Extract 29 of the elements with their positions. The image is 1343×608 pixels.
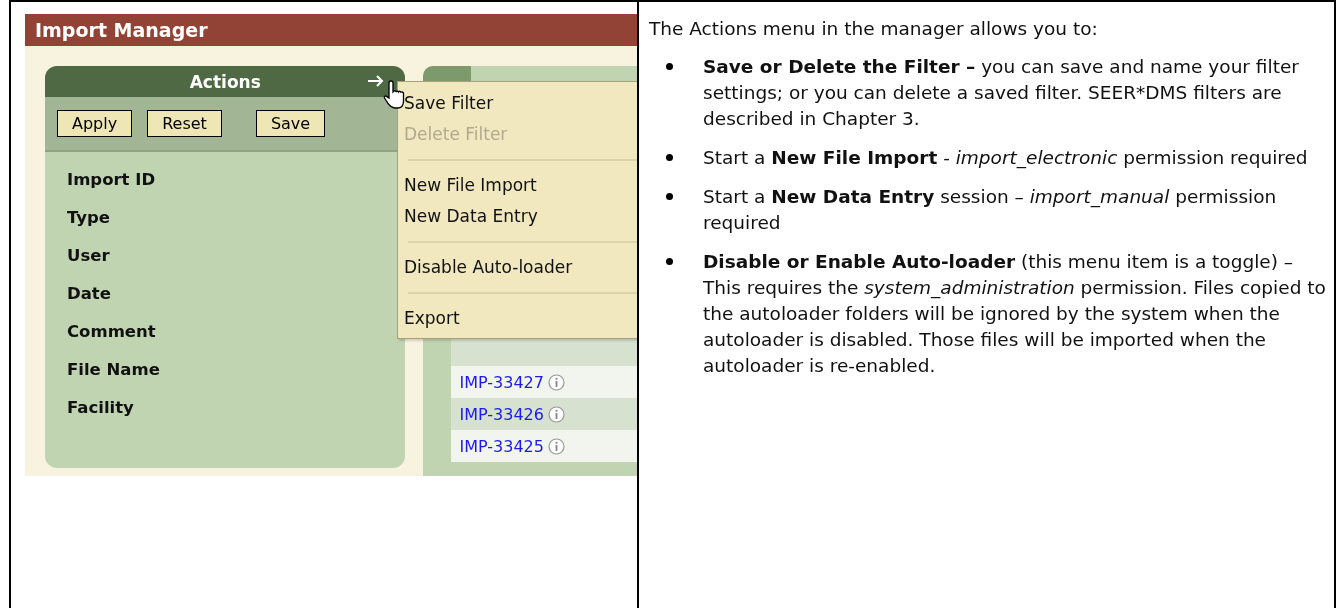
field-label: Facility [67,398,135,417]
menu-item[interactable]: New File Import [404,170,637,201]
bullet-text: Disable or Enable Auto-loader (this menu item is a toggle) – This requires the system_administration permission. Files copied to the autoloader folders will be ignored by the system when the autoloader is disabled. Those files will be imported when the autoloader is re-enabled. [703,250,1326,378]
bullet-icon [666,258,673,265]
panel-title: Actions [189,71,261,92]
intro-text: The Actions menu in the manager allows you to: [649,17,1099,41]
window-title: Import Manager [25,14,637,46]
menu-item[interactable]: New Data Entry [404,201,637,232]
bullet-icon [666,63,673,70]
arrow-icon[interactable] [367,74,386,88]
action-button[interactable]: Reset [147,110,222,137]
field-label: Type [67,208,112,227]
info-icon[interactable] [548,437,565,455]
action-button[interactable]: Save [255,110,326,137]
bullet-icon [666,154,673,161]
menu-item[interactable]: Export [404,303,637,334]
field-label: User [67,246,111,265]
bullet-text: Start a New Data Entry session – import_manual permission required [703,185,1278,235]
bullet-icon [666,193,673,200]
field-label: Comment [67,322,157,341]
bullet-text: Save or Delete the Filter – you can save and name your filter settings; or you can delete a saved filter. SEER*DMS filters are described in Chapter 3. [703,55,1300,131]
info-icon[interactable] [548,373,565,391]
info-icon[interactable] [548,405,565,423]
field-label: File Name [67,360,161,379]
field-label: Import ID [67,170,157,189]
action-button[interactable]: Apply [57,110,133,137]
menu-item[interactable]: Disable Auto-loader [404,252,637,283]
field-label: Date [67,284,112,303]
bullet-text: Start a New File Import - import_electronic permission required [703,146,1309,171]
